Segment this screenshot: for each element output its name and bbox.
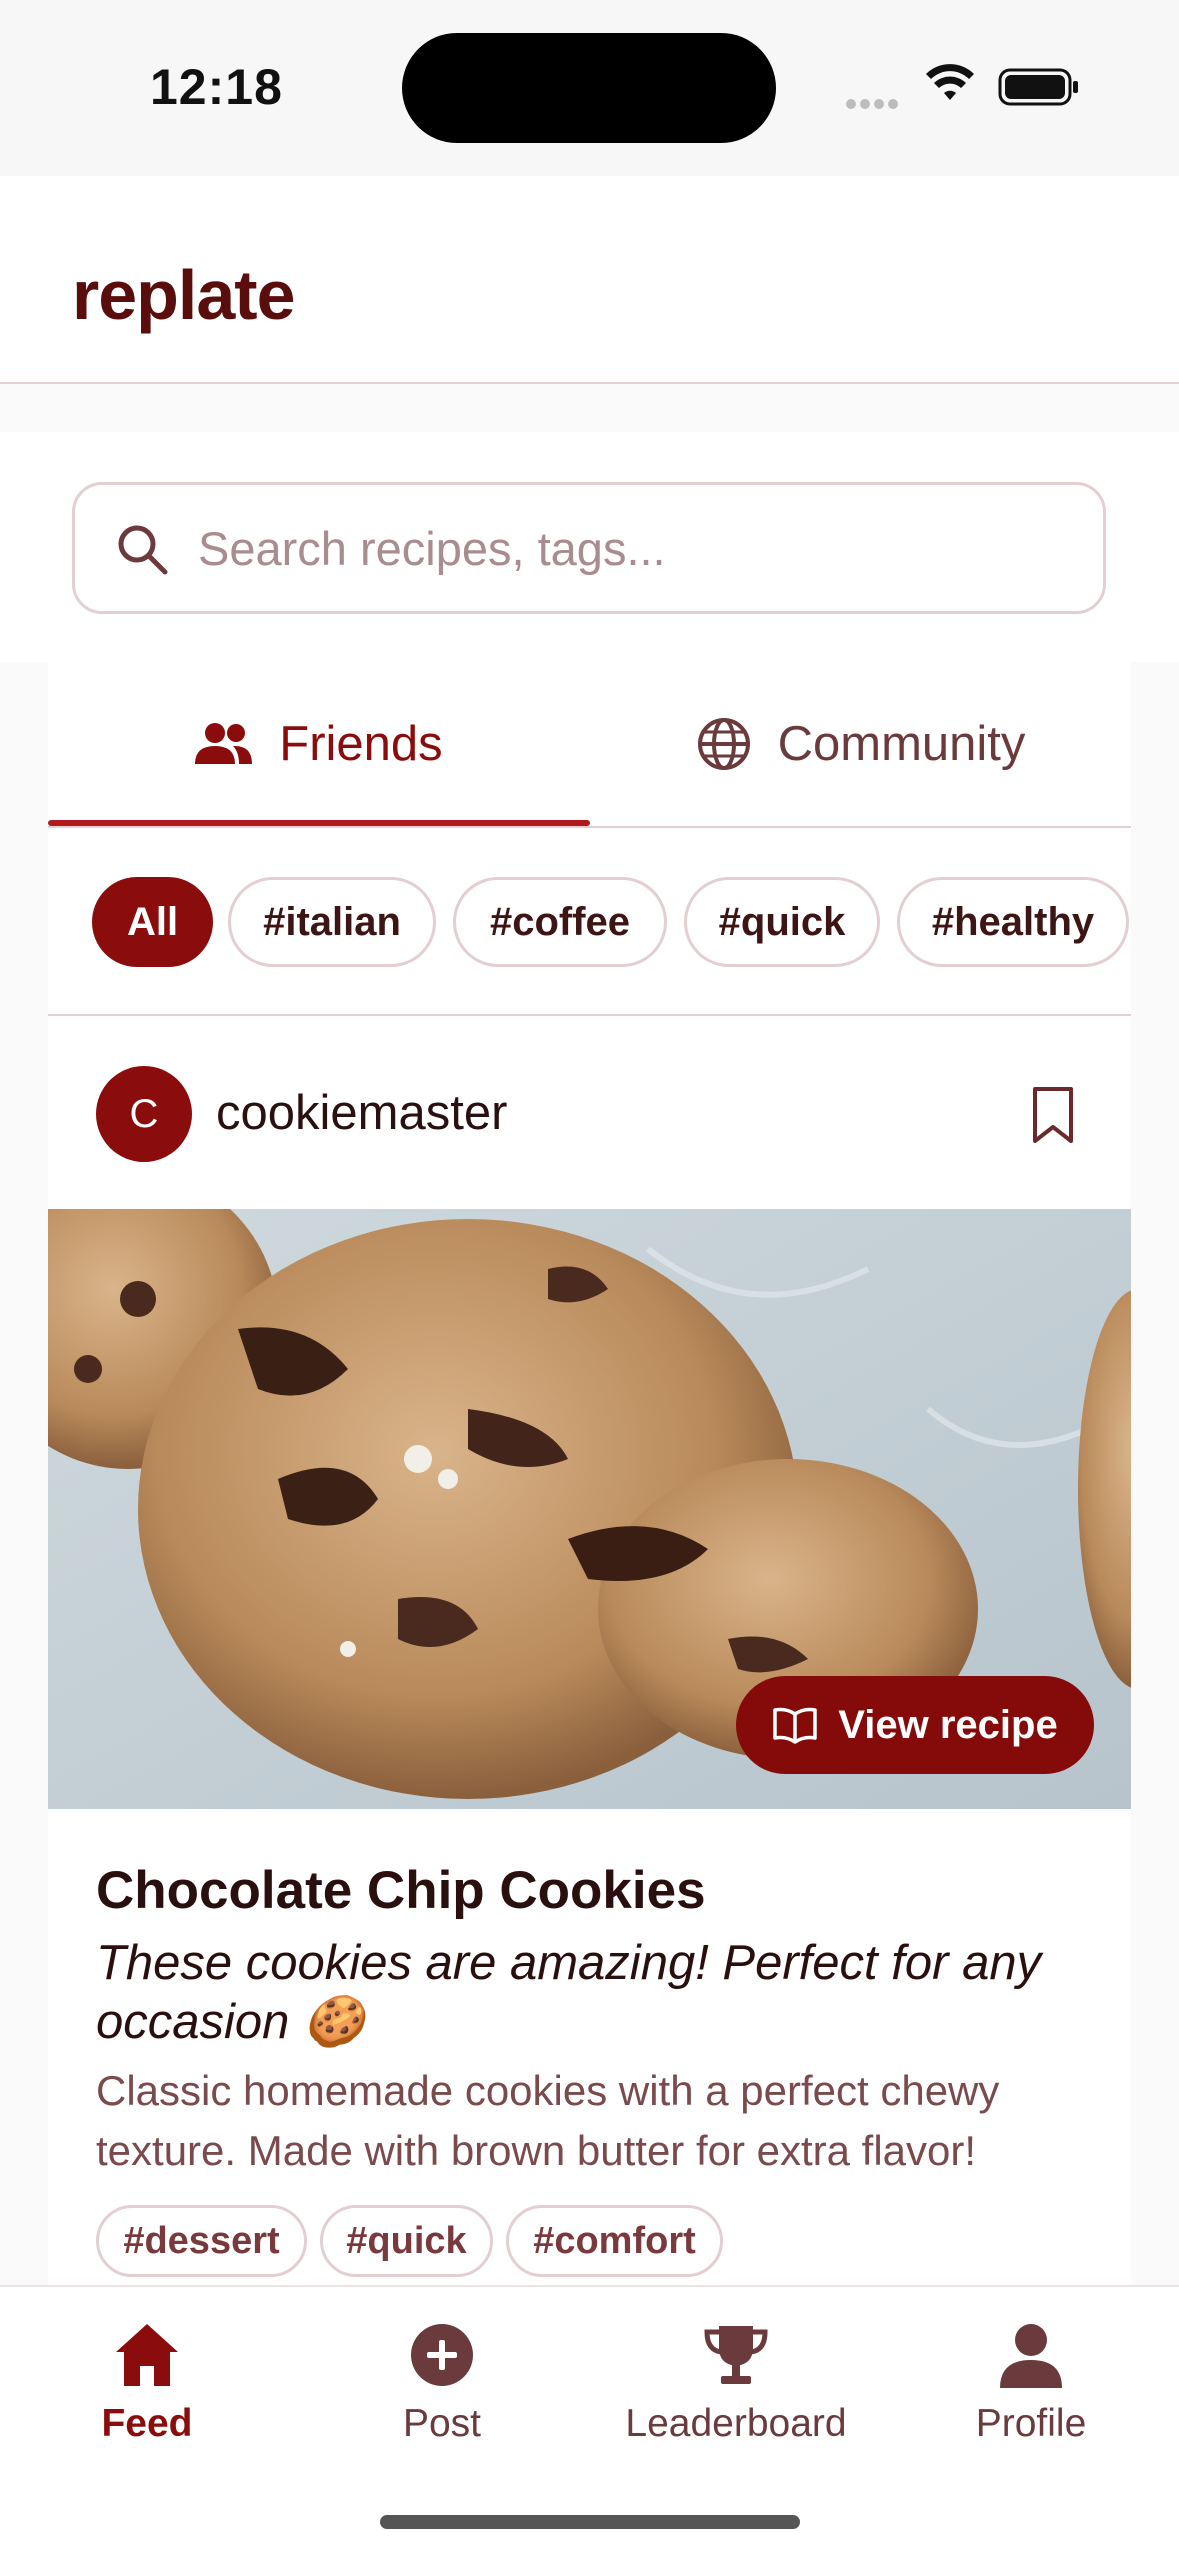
nav-feed[interactable]: Feed [47,2320,247,2460]
bookmark-icon[interactable] [1030,1085,1076,1145]
globe-icon [697,718,750,770]
tab-divider [48,826,1131,828]
tab-friends[interactable]: Friends [48,662,590,826]
cellular-signal-icon [846,96,902,114]
plus-circle-icon [411,2324,473,2386]
chips-divider [48,1014,1131,1016]
tab-community[interactable]: Community [590,662,1131,826]
view-recipe-button[interactable]: View recipe [736,1676,1094,1774]
tab-community-label: Community [777,717,1026,771]
users-icon [195,723,253,764]
app-title: replate [72,256,296,334]
recipe-tag-quick[interactable]: #quick [320,2205,493,2277]
view-recipe-label: View recipe [838,1702,1058,1747]
nav-post-label: Post [402,2402,482,2445]
recipe-description: Classic homemade cookies with a perfect … [96,2067,1000,2174]
recipe-tag-comfort[interactable]: #comfort [506,2205,723,2277]
filter-chip-coffee[interactable]: #coffee [453,877,667,967]
post-username[interactable]: cookiemaster [216,1085,507,1141]
filter-chip-healthy[interactable]: #healthy [897,877,1129,967]
avatar[interactable]: C [96,1066,192,1162]
nav-leaderboard[interactable]: Leaderboard [625,2320,847,2460]
filter-chip-all[interactable]: All [92,877,213,967]
recipe-title: Chocolate Chip Cookies [96,1861,706,1920]
home-indicator [380,2515,800,2529]
search-icon [118,525,168,575]
nav-leaderboard-label: Leaderboard [625,2402,847,2445]
search-input[interactable] [198,508,1058,588]
nav-feed-label: Feed [101,2402,193,2445]
trophy-icon [704,2326,768,2384]
recipe-tag-dessert[interactable]: #dessert [96,2205,307,2277]
nav-profile-label: Profile [975,2402,1087,2445]
filter-chip-quick[interactable]: #quick [684,877,880,967]
post-caption: These cookies are amazing! Perfect for a… [96,1936,1042,2049]
battery-icon [998,68,1078,106]
dynamic-island [402,33,776,143]
tab-friends-label: Friends [279,717,443,771]
home-icon [116,2324,178,2386]
nav-profile[interactable]: Profile [931,2320,1131,2460]
wifi-icon [926,64,974,100]
book-icon [773,1707,818,1744]
filter-chip-italian[interactable]: #italian [228,877,436,967]
person-icon [1000,2324,1062,2388]
status-time: 12:18 [150,59,283,115]
nav-post[interactable]: Post [342,2320,542,2460]
